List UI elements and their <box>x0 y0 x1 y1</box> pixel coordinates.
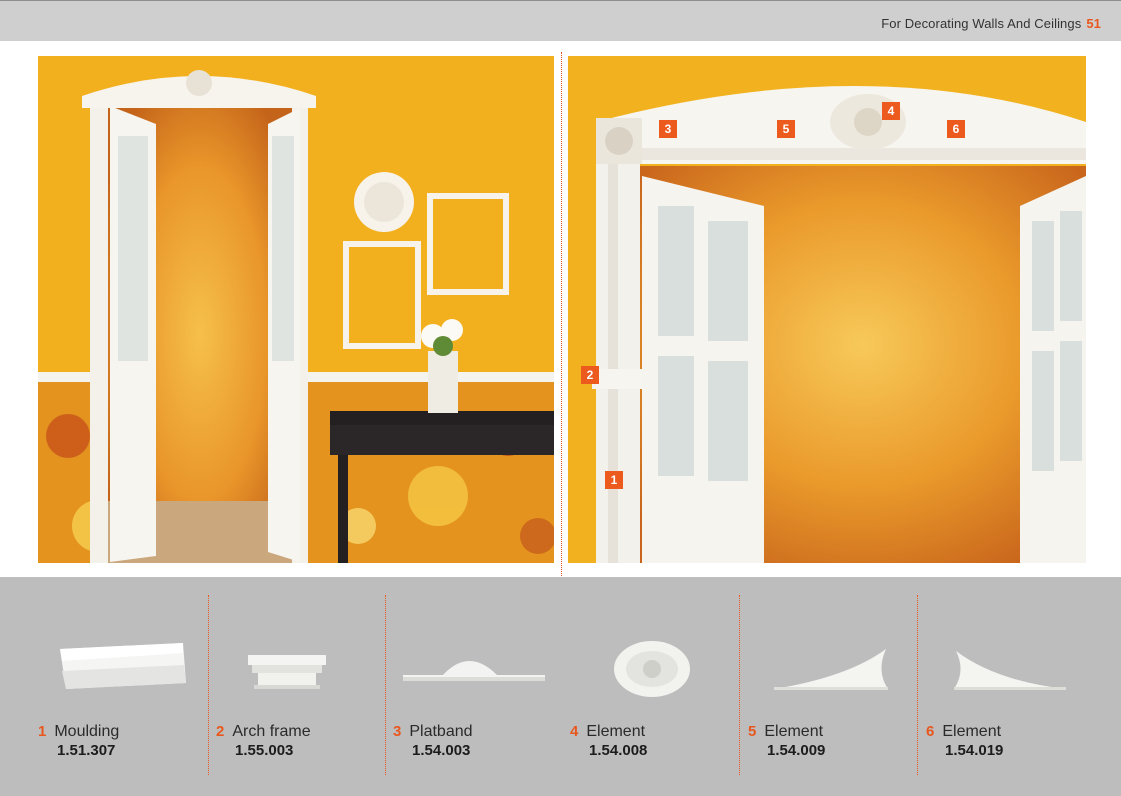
product-item-3: 3 Platband 1.54.003 <box>393 577 570 796</box>
product-number: 1 <box>38 723 47 740</box>
product-caption: 4 Element <box>570 723 645 741</box>
element-left-curve-thumbnail <box>954 651 1066 690</box>
page-header: For Decorating Walls And Ceilings 51 <box>0 0 1121 41</box>
product-strip: 1 Moulding 1.51.307 2 Arch frame 1.55.003 <box>0 577 1121 796</box>
arch-frame-thumbnail <box>248 655 326 689</box>
product-number: 6 <box>926 723 935 740</box>
product-number: 5 <box>748 723 757 740</box>
product-separator <box>385 595 386 775</box>
product-name: Platband <box>409 723 473 740</box>
product-name: Element <box>942 723 1002 740</box>
product-name: Moulding <box>54 723 120 740</box>
door-closeup-illustration <box>568 56 1086 563</box>
product-item-1: 1 Moulding 1.51.307 <box>38 577 215 796</box>
callout-marker-1: 1 <box>605 471 623 489</box>
photo-door-closeup <box>568 56 1086 563</box>
callout-marker-2: 2 <box>581 366 599 384</box>
page-number: 51 <box>1086 16 1101 31</box>
product-separator <box>917 595 918 775</box>
product-item-5: 5 Element 1.54.009 <box>748 577 925 796</box>
product-code: 1.51.307 <box>57 742 116 759</box>
product-item-4: 4 Element 1.54.008 <box>570 577 747 796</box>
callout-marker-5: 5 <box>777 120 795 138</box>
product-code: 1.54.008 <box>589 742 648 759</box>
product-name: Arch frame <box>232 723 311 740</box>
callout-marker-4: 4 <box>882 102 900 120</box>
product-number: 2 <box>216 723 225 740</box>
product-number: 3 <box>393 723 402 740</box>
product-code: 1.55.003 <box>235 742 294 759</box>
product-caption: 5 Element <box>748 723 823 741</box>
product-code: 1.54.003 <box>412 742 471 759</box>
product-caption: 2 Arch frame <box>216 723 311 741</box>
callout-marker-6: 6 <box>947 120 965 138</box>
product-number: 4 <box>570 723 579 740</box>
product-caption: 3 Platband <box>393 723 473 741</box>
element-right-curve-thumbnail <box>774 649 888 690</box>
header-title-block: For Decorating Walls And Ceilings 51 <box>881 16 1101 31</box>
hallway-illustration <box>38 56 554 563</box>
moulding-thumbnail <box>60 643 186 689</box>
product-separator <box>208 595 209 775</box>
platband-thumbnail <box>403 661 545 681</box>
product-code: 1.54.009 <box>767 742 826 759</box>
product-caption: 6 Element <box>926 723 1001 741</box>
product-name: Element <box>586 723 646 740</box>
product-separator <box>739 595 740 775</box>
product-item-2: 2 Arch frame 1.55.003 <box>216 577 393 796</box>
header-title: For Decorating Walls And Ceilings <box>881 16 1082 31</box>
callout-marker-3: 3 <box>659 120 677 138</box>
product-caption: 1 Moulding <box>38 723 119 741</box>
product-name: Element <box>764 723 824 740</box>
photo-hallway <box>38 56 554 563</box>
catalog-page: For Decorating Walls And Ceilings 51 1 2… <box>0 0 1121 796</box>
product-code: 1.54.019 <box>945 742 1004 759</box>
product-item-6: 6 Element 1.54.019 <box>926 577 1103 796</box>
element-medallion-thumbnail <box>614 641 690 697</box>
